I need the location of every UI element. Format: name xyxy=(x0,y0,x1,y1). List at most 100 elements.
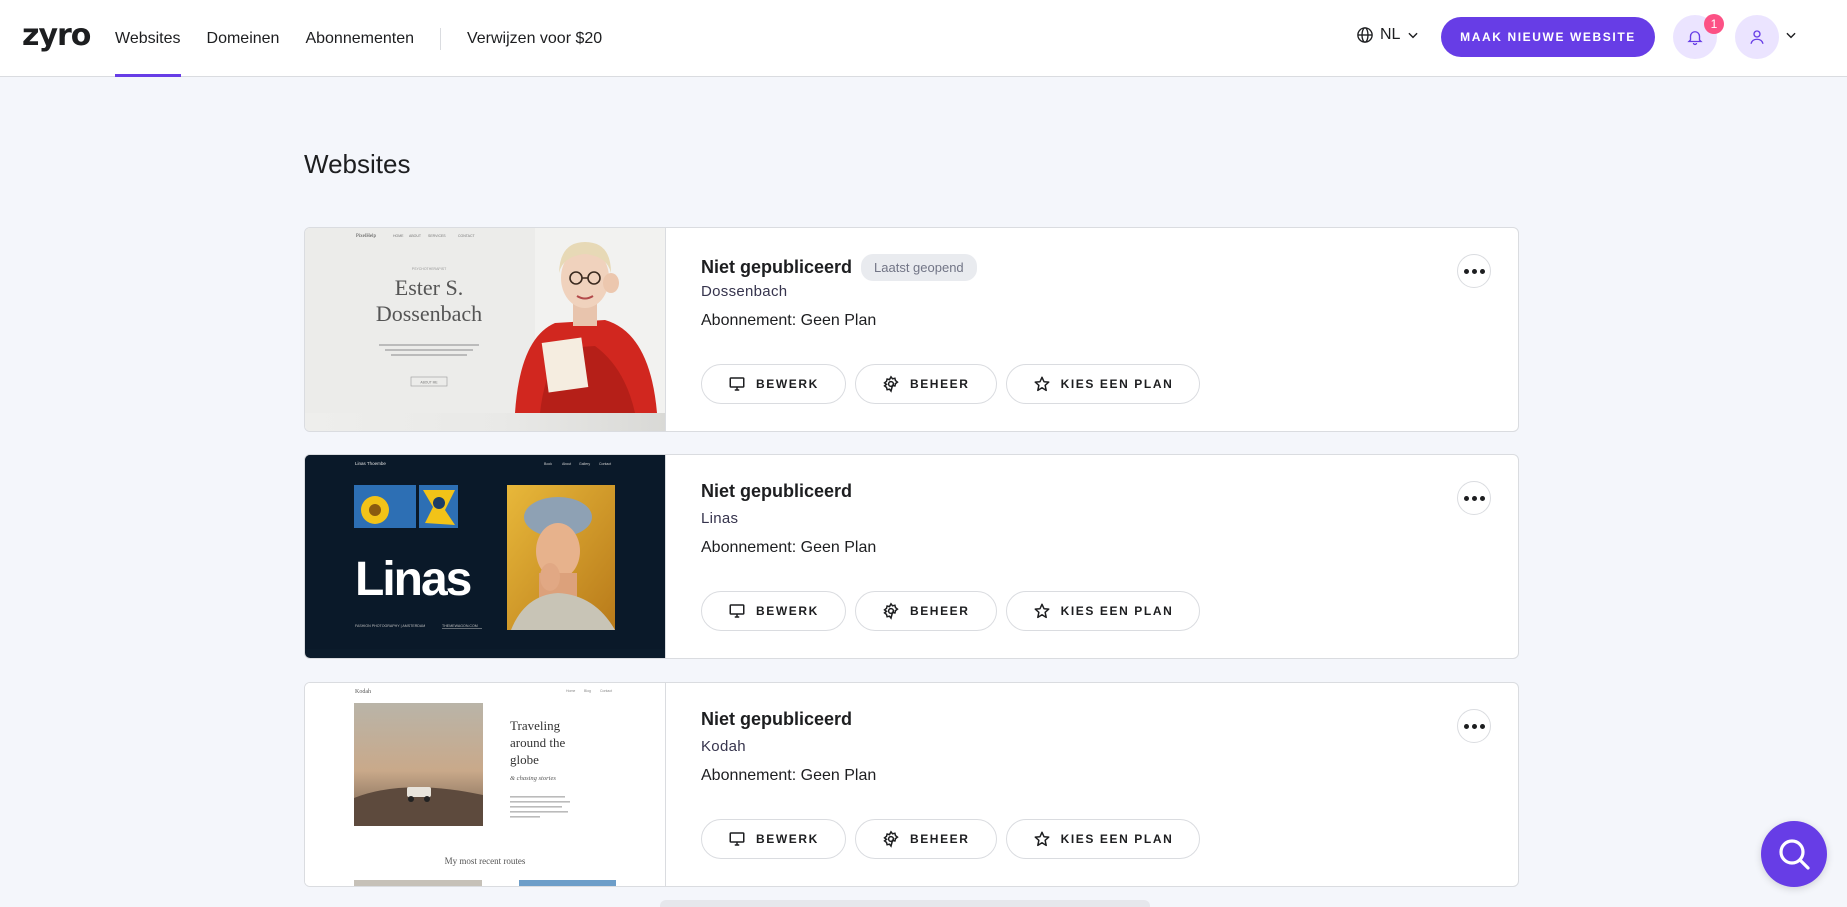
scroll-overlay xyxy=(660,900,1150,907)
publish-status: Niet gepubliceerd xyxy=(701,257,853,277)
edit-label: BEWERK xyxy=(756,604,819,618)
choose-plan-button[interactable]: KIES EEN PLAN xyxy=(1005,364,1201,404)
choose-plan-label: KIES EEN PLAN xyxy=(1060,604,1174,618)
website-thumbnail[interactable]: Kodah Home Blog Contact Traveling around… xyxy=(305,683,666,886)
svg-text:FASHION PHOTOGRAPHY | AMSTERDA: FASHION PHOTOGRAPHY | AMSTERDAM xyxy=(355,624,425,628)
manage-button[interactable]: BEHEER xyxy=(854,819,997,859)
website-thumbnail[interactable]: Linas Thoembe Book About Gallery Contact… xyxy=(305,455,666,658)
svg-text:Book: Book xyxy=(544,462,552,466)
star-icon xyxy=(1034,831,1050,847)
edit-button[interactable]: BEWERK xyxy=(701,591,846,631)
help-chat-button[interactable] xyxy=(1761,821,1827,887)
svg-text:My most recent routes: My most recent routes xyxy=(445,856,526,866)
svg-text:Linas: Linas xyxy=(355,553,471,606)
top-header: zyro Websites Domeinen Abonnementen Verw… xyxy=(0,0,1847,77)
publish-status: Niet gepubliceerd xyxy=(701,709,853,729)
website-card: PixelHelp HOME ABOUT SERVICES CONTACT PS… xyxy=(304,227,1519,432)
star-icon xyxy=(1034,603,1050,619)
kodah-preview: Kodah Home Blog Contact Traveling around… xyxy=(305,683,665,886)
website-card: Kodah Home Blog Contact Traveling around… xyxy=(304,682,1519,887)
svg-text:CONTACT: CONTACT xyxy=(458,234,476,238)
svg-text:& chasing stories: & chasing stories xyxy=(510,775,556,782)
choose-plan-label: KIES EEN PLAN xyxy=(1060,832,1174,846)
choose-plan-button[interactable]: KIES EEN PLAN xyxy=(1005,591,1201,631)
svg-text:ABOUT ME: ABOUT ME xyxy=(420,381,438,385)
linas-preview: Linas Thoembe Book About Gallery Contact… xyxy=(305,455,665,649)
svg-text:Contact: Contact xyxy=(600,689,612,693)
notification-count-badge: 1 xyxy=(1704,14,1724,34)
language-label: NL xyxy=(1380,26,1401,43)
svg-text:Gallery: Gallery xyxy=(579,462,590,466)
manage-label: BEHEER xyxy=(909,377,970,391)
star-icon xyxy=(1034,376,1050,392)
svg-text:Ester S.: Ester S. xyxy=(395,275,463,300)
edit-button[interactable]: BEWERK xyxy=(701,819,846,859)
nav-divider xyxy=(439,27,441,50)
website-name: Kodah xyxy=(701,738,746,755)
svg-text:About: About xyxy=(562,462,571,466)
choose-plan-button[interactable]: KIES EEN PLAN xyxy=(1005,819,1201,859)
svg-text:globe: globe xyxy=(510,752,539,767)
more-options-button[interactable] xyxy=(1457,254,1491,288)
svg-text:Home: Home xyxy=(566,689,575,693)
main-nav: Websites Domeinen Abonnementen Verwijzen… xyxy=(115,0,628,77)
website-thumbnail[interactable]: PixelHelp HOME ABOUT SERVICES CONTACT PS… xyxy=(305,228,666,431)
monitor-icon xyxy=(729,832,745,846)
nav-referral[interactable]: Verwijzen voor $20 xyxy=(467,0,602,77)
svg-text:Dossenbach: Dossenbach xyxy=(376,301,482,326)
more-options-button[interactable] xyxy=(1457,481,1491,515)
svg-text:SERVICES: SERVICES xyxy=(428,234,446,238)
svg-text:ABOUT: ABOUT xyxy=(409,234,422,238)
website-card: Linas Thoembe Book About Gallery Contact… xyxy=(304,454,1519,659)
website-name: Dossenbach xyxy=(701,283,788,300)
svg-text:THEMEWAGON.COM: THEMEWAGON.COM xyxy=(442,624,478,628)
svg-text:around the: around the xyxy=(510,735,565,750)
create-website-button[interactable]: MAAK NIEUWE WEBSITE xyxy=(1441,17,1655,57)
monitor-icon xyxy=(729,377,745,391)
subscription-plan: Abonnement: Geen Plan xyxy=(701,312,877,329)
manage-label: BEHEER xyxy=(909,832,970,846)
manage-button[interactable]: BEHEER xyxy=(854,591,997,631)
bell-icon xyxy=(1687,31,1703,46)
svg-text:Linas Thoembe: Linas Thoembe xyxy=(355,461,386,466)
gear-icon xyxy=(883,602,899,620)
gear-icon xyxy=(883,375,899,393)
nav-subscriptions[interactable]: Abonnementen xyxy=(305,0,414,77)
website-name: Linas xyxy=(701,510,739,527)
svg-text:HOME: HOME xyxy=(393,234,404,238)
gear-icon xyxy=(883,830,899,848)
publish-status: Niet gepubliceerd xyxy=(701,481,853,501)
ellipsis-icon xyxy=(1463,268,1485,274)
svg-text:Kodah: Kodah xyxy=(355,689,371,695)
nav-domains[interactable]: Domeinen xyxy=(207,0,280,77)
chevron-down-icon xyxy=(1408,32,1419,39)
subscription-plan: Abonnement: Geen Plan xyxy=(701,539,877,556)
zyro-logo[interactable]: zyro xyxy=(22,18,91,53)
language-selector[interactable]: NL xyxy=(1356,26,1420,44)
choose-plan-label: KIES EEN PLAN xyxy=(1060,377,1174,391)
ellipsis-icon xyxy=(1463,495,1485,501)
manage-label: BEHEER xyxy=(909,604,970,618)
dossenbach-preview: PixelHelp HOME ABOUT SERVICES CONTACT PS… xyxy=(305,228,665,413)
user-icon xyxy=(1750,30,1764,44)
svg-text:Blog: Blog xyxy=(584,689,591,693)
search-help-icon xyxy=(1779,839,1810,870)
account-chevron-down-icon[interactable] xyxy=(1784,28,1798,42)
edit-button[interactable]: BEWERK xyxy=(701,364,846,404)
ellipsis-icon xyxy=(1463,723,1485,729)
svg-text:Contact: Contact xyxy=(599,462,611,466)
edit-label: BEWERK xyxy=(756,377,819,391)
globe-icon xyxy=(1357,27,1373,43)
svg-text:PSYCHOTHERAPIST: PSYCHOTHERAPIST xyxy=(412,267,447,271)
preview-brand: PixelHelp xyxy=(356,234,376,239)
edit-label: BEWERK xyxy=(756,832,819,846)
manage-button[interactable]: BEHEER xyxy=(854,364,997,404)
svg-text:Traveling: Traveling xyxy=(510,718,561,733)
nav-websites[interactable]: Websites xyxy=(115,0,181,77)
monitor-icon xyxy=(729,604,745,618)
last-opened-badge: Laatst geopend xyxy=(861,254,977,281)
user-avatar-button[interactable] xyxy=(1735,15,1779,59)
more-options-button[interactable] xyxy=(1457,709,1491,743)
subscription-plan: Abonnement: Geen Plan xyxy=(701,767,877,784)
page-title: Websites xyxy=(304,149,411,179)
